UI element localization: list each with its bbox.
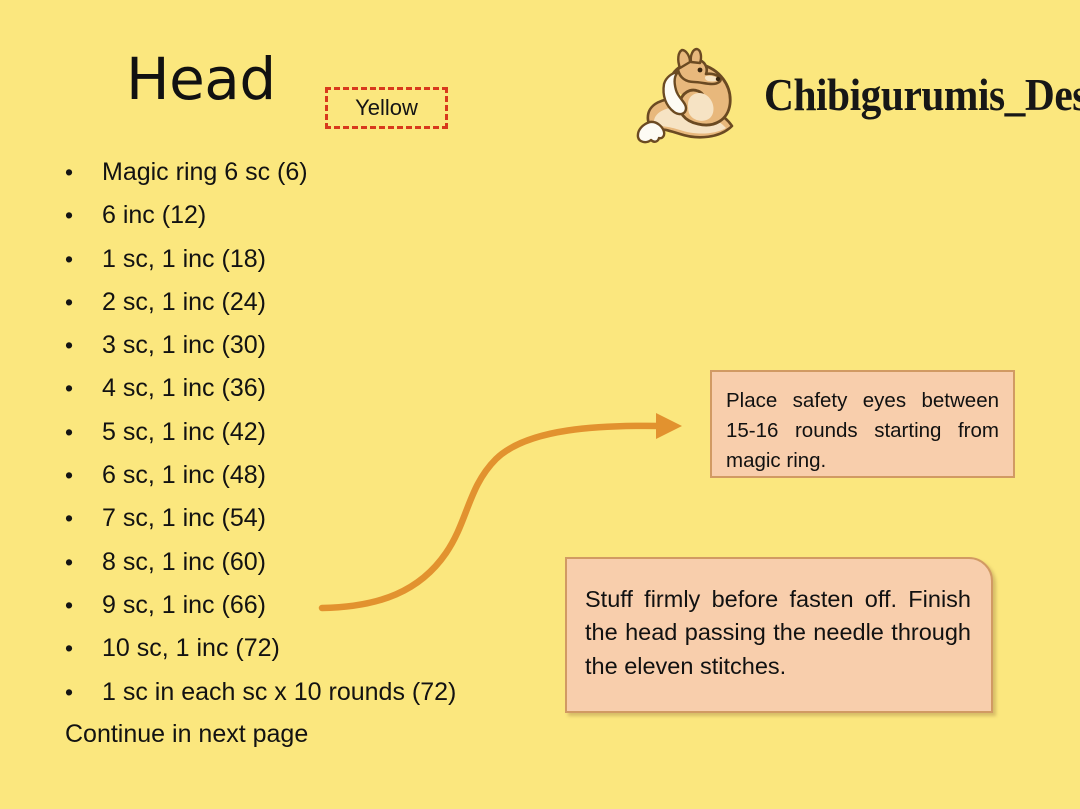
bullet-icon: • — [65, 462, 74, 489]
callout-safety-eyes: Place safety eyes between 15-16 rounds s… — [710, 370, 1015, 478]
round-text: Magic ring 6 sc (6) — [102, 158, 308, 186]
round-text: 7 sc, 1 inc (54) — [102, 504, 266, 533]
bullet-icon: • — [65, 591, 74, 618]
list-item: • 1 sc in each sc x 10 rounds (72) — [62, 678, 532, 721]
bullet-icon: • — [65, 635, 74, 662]
round-text: 8 sc, 1 inc (60) — [102, 547, 266, 576]
bullet-icon: • — [65, 245, 74, 272]
round-text: 1 sc, 1 inc (18) — [102, 244, 266, 273]
continue-note: Continue in next page — [65, 720, 309, 748]
bullet-icon: • — [65, 505, 74, 532]
bullet-icon: • — [65, 332, 74, 359]
list-item: • 7 sc, 1 inc (54) — [62, 504, 532, 547]
round-text: 9 sc, 1 inc (66) — [102, 590, 266, 619]
pattern-rounds-list: • Magic ring 6 sc (6) • 6 inc (12) • 1 s… — [62, 158, 532, 721]
yarn-color-badge: Yellow — [325, 87, 448, 129]
list-item: • 6 sc, 1 inc (48) — [62, 461, 532, 504]
list-item: • 8 sc, 1 inc (60) — [62, 548, 532, 591]
list-item: • 4 sc, 1 inc (36) — [62, 374, 532, 417]
brand-logo: Chibigurumis_Design — [628, 42, 1080, 147]
list-item: • 5 sc, 1 inc (42) — [62, 418, 532, 461]
round-text: 3 sc, 1 inc (30) — [102, 331, 266, 360]
list-item: • 3 sc, 1 inc (30) — [62, 331, 532, 374]
round-text: 4 sc, 1 inc (36) — [102, 374, 266, 403]
list-item: • Magic ring 6 sc (6) — [62, 158, 532, 201]
brand-name: Chibigurumis_Design — [764, 69, 1080, 120]
round-text: 6 sc, 1 inc (48) — [102, 461, 266, 490]
round-text: 5 sc, 1 inc (42) — [102, 417, 266, 446]
round-text: 2 sc, 1 inc (24) — [102, 287, 266, 316]
callout-stuffing: Stuff firmly before fasten off. Finish t… — [565, 557, 993, 713]
bullet-icon: • — [65, 159, 74, 185]
fox-logo-icon — [636, 47, 734, 144]
round-text: 6 inc (12) — [102, 201, 207, 230]
list-item: • 9 sc, 1 inc (66) — [62, 591, 532, 634]
bullet-icon: • — [65, 375, 74, 402]
page-title: Head — [126, 45, 276, 113]
bullet-icon: • — [65, 418, 74, 445]
bullet-icon: • — [65, 202, 74, 229]
yarn-color-label: Yellow — [355, 95, 418, 120]
list-item: • 2 sc, 1 inc (24) — [62, 288, 532, 331]
list-item: • 10 sc, 1 inc (72) — [62, 634, 532, 677]
round-text: 10 sc, 1 inc (72) — [102, 634, 280, 663]
list-item: • 1 sc, 1 inc (18) — [62, 245, 532, 288]
bullet-icon: • — [65, 288, 74, 315]
slide-canvas: Head Yellow Chibigurumis_De • Magic ring… — [0, 0, 1080, 809]
bullet-icon: • — [65, 678, 74, 705]
bullet-icon: • — [65, 548, 74, 575]
list-item: • 6 inc (12) — [62, 201, 532, 244]
round-text: 1 sc in each sc x 10 rounds (72) — [102, 677, 457, 706]
